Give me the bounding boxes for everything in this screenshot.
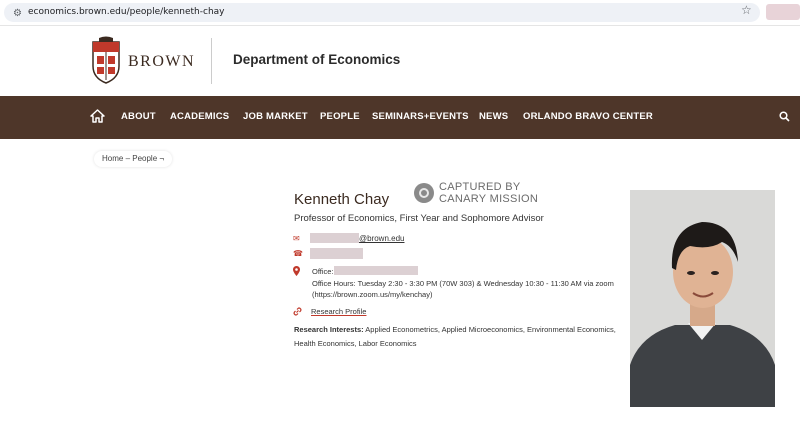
watermark-line1: CAPTURED BY: [439, 181, 521, 193]
office-hours: Office Hours: Tuesday 2:30 - 3:30 PM (70…: [312, 279, 614, 299]
phone-icon: ☎: [293, 249, 303, 258]
nav-item-academics[interactable]: ACADEMICS: [170, 111, 229, 122]
url-text: economics.brown.edu/people/kenneth-chay: [28, 7, 225, 17]
redacted-email: [310, 233, 359, 243]
site-header: BROWN Department of Economics: [0, 26, 800, 96]
email-link[interactable]: @brown.edu: [359, 234, 404, 243]
watermark-line2: CANARY MISSION: [439, 193, 539, 205]
redacted-phone: [310, 248, 363, 259]
header-divider: [211, 38, 212, 84]
main-nav: ABOUT ACADEMICS JOB MARKET PEOPLE SEMINA…: [0, 96, 800, 139]
envelope-icon: ✉: [293, 234, 300, 243]
office-label: Office:: [312, 267, 334, 276]
nav-item-news[interactable]: NEWS: [479, 111, 508, 122]
nav-item-orlando-bravo-center[interactable]: ORLANDO BRAVO CENTER: [523, 111, 653, 122]
star-icon[interactable]: ☆: [741, 3, 752, 17]
watermark-seal-icon: [414, 183, 434, 203]
extension-redacted-block: [766, 4, 800, 20]
breadcrumb[interactable]: Home – People ¬: [94, 151, 173, 167]
profile-photo-illustration: [630, 190, 775, 407]
nav-item-about[interactable]: ABOUT: [121, 111, 156, 122]
canary-mission-watermark: CAPTURED BY CANARY MISSION: [414, 181, 554, 207]
nav-item-people[interactable]: PEOPLE: [320, 111, 360, 122]
url-field[interactable]: ⚙ economics.brown.edu/people/kenneth-cha…: [4, 3, 760, 22]
profile-name: Kenneth Chay: [294, 191, 390, 208]
department-title[interactable]: Department of Economics: [233, 52, 400, 67]
brown-logo[interactable]: BROWN: [90, 36, 194, 86]
research-interests: Research Interests: Applied Econometrics…: [294, 323, 624, 351]
research-profile-link[interactable]: Research Profile: [311, 307, 366, 316]
profile-photo: [630, 190, 775, 407]
site-info-icon[interactable]: ⚙: [13, 8, 22, 19]
brown-wordmark: BROWN: [128, 53, 196, 70]
map-pin-icon: [293, 266, 300, 276]
research-interests-label: Research Interests:: [294, 325, 364, 334]
redacted-office: [334, 266, 418, 275]
search-icon[interactable]: [779, 111, 790, 122]
browser-address-bar: ⚙ economics.brown.edu/people/kenneth-cha…: [0, 0, 800, 26]
brown-shield-icon: [92, 36, 120, 84]
profile-title: Professor of Economics, First Year and S…: [294, 213, 544, 224]
link-icon: [293, 307, 302, 316]
nav-item-job-market[interactable]: JOB MARKET: [243, 111, 308, 122]
nav-item-seminars-events[interactable]: SEMINARS+EVENTS: [372, 111, 469, 122]
home-icon[interactable]: [90, 109, 105, 123]
